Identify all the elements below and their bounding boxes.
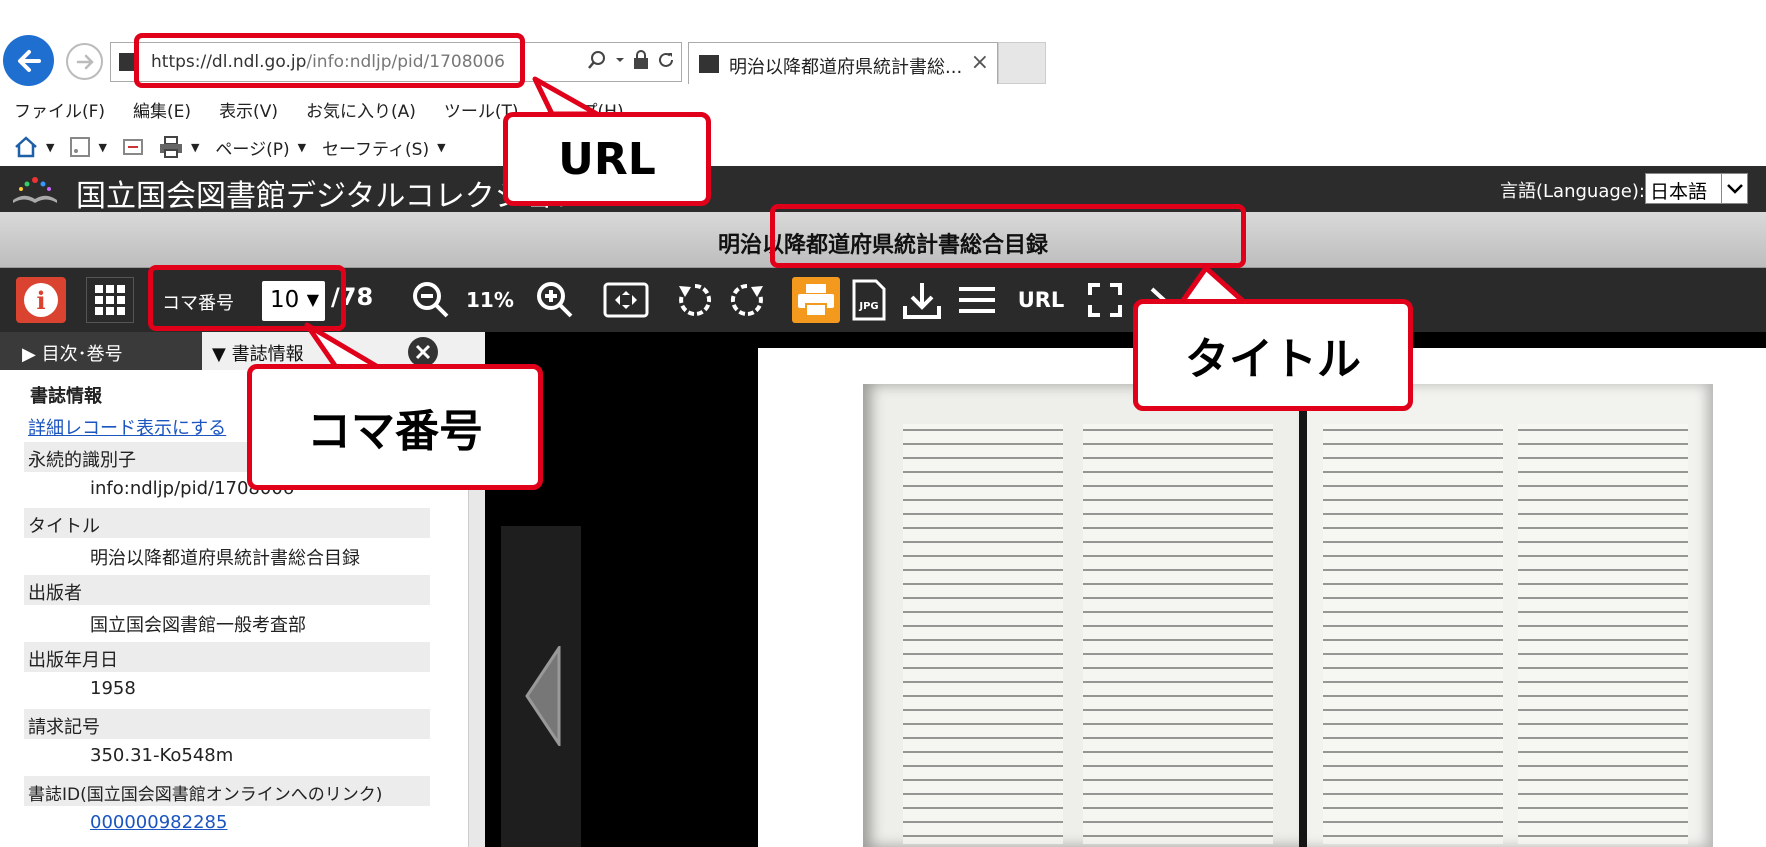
url-callout: URL: [503, 112, 711, 206]
koma-callout: コマ番号: [247, 364, 543, 490]
title-callout: タイトル: [1133, 299, 1413, 411]
